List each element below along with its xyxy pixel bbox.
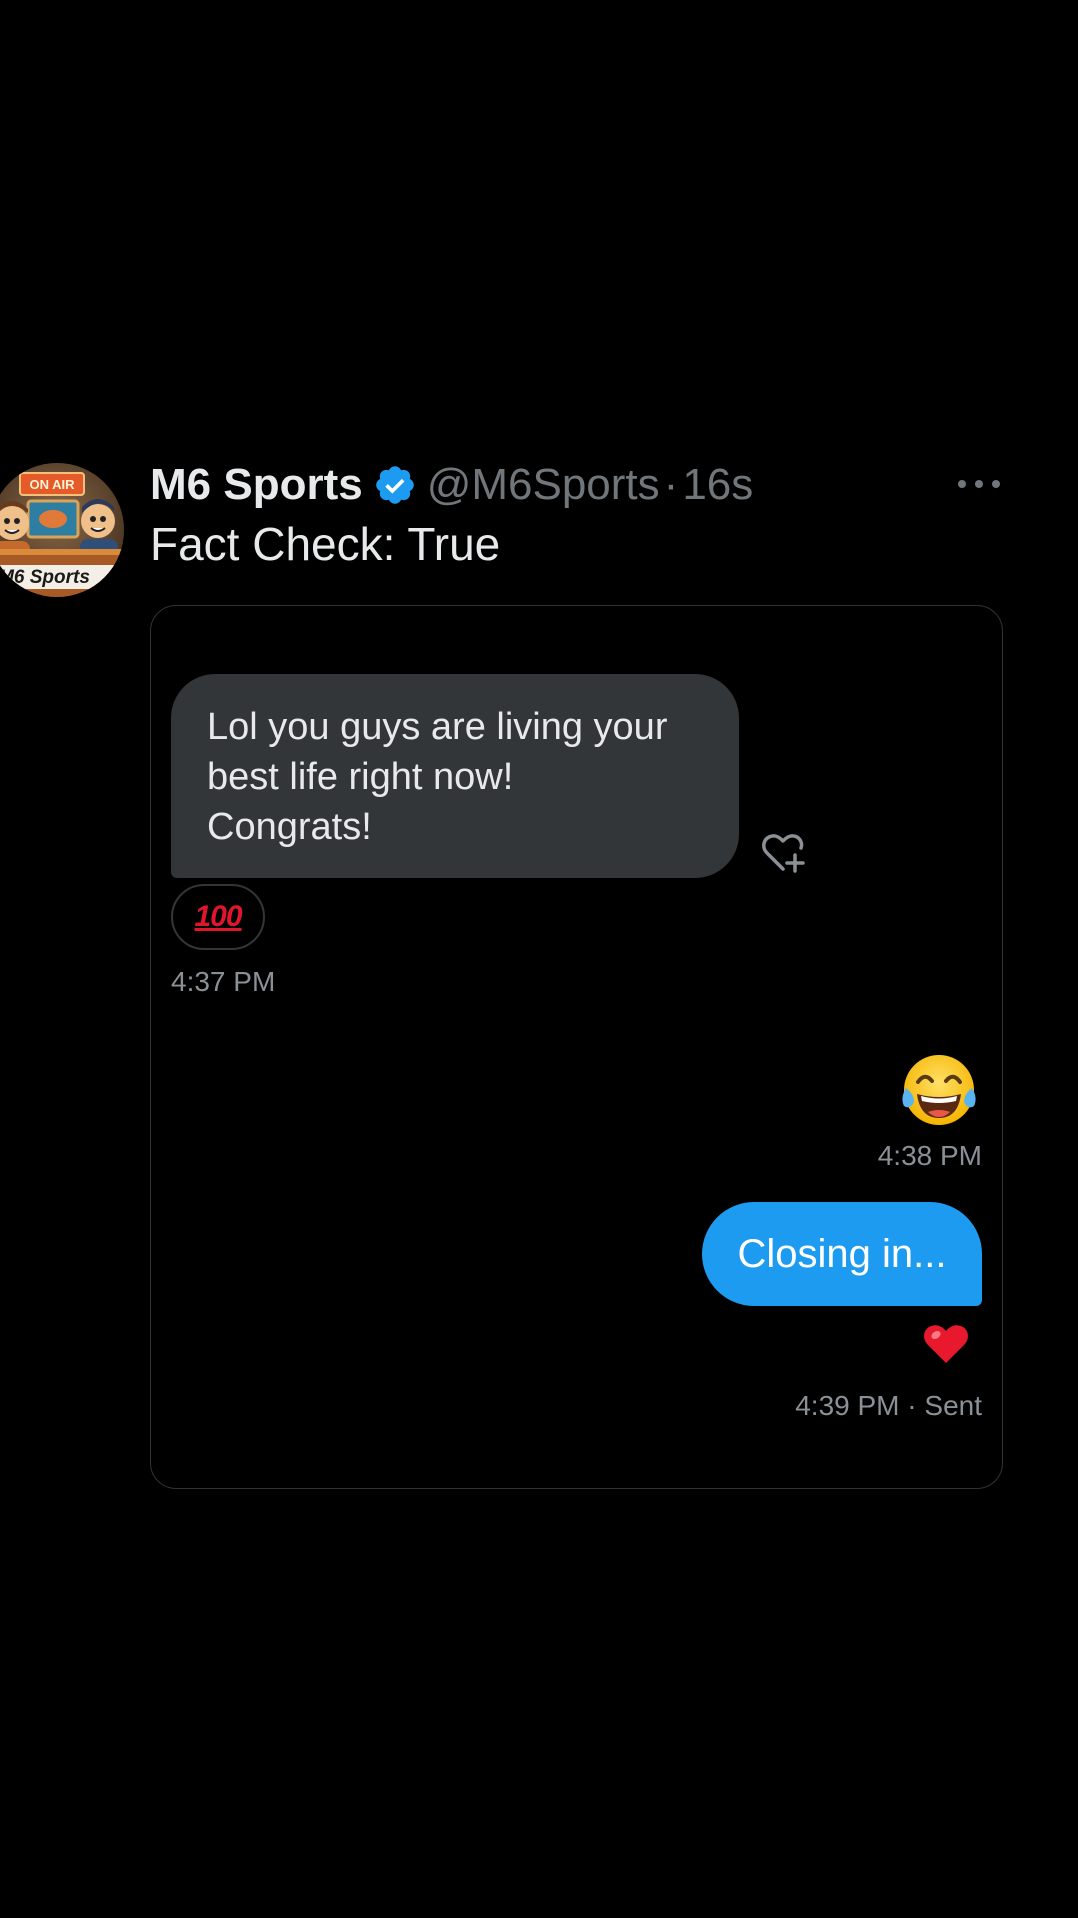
outgoing-message-text: Closing in...	[737, 1231, 947, 1276]
message-line: Lol you guys are living your	[207, 706, 668, 748]
heart-plus-icon	[762, 834, 805, 873]
svg-text:ON AIR: ON AIR	[29, 477, 75, 492]
avatar-image: ON AIR M6 Sports	[0, 463, 124, 597]
message-line: Congrats!	[207, 806, 372, 848]
handle[interactable]: @M6Sports	[427, 460, 660, 510]
hundred-points-text: 100	[194, 900, 242, 933]
sent-status: · Sent	[907, 1390, 982, 1421]
display-name[interactable]: M6 Sports	[150, 460, 363, 510]
svg-text:M6 Sports: M6 Sports	[0, 567, 90, 588]
avatar[interactable]: ON AIR M6 Sports	[0, 463, 124, 597]
outgoing-timestamp-status: 4:39 PM · Sent	[795, 1390, 982, 1422]
message-line: best life right now!	[207, 756, 514, 798]
tweet-text: Fact Check: True	[150, 518, 501, 570]
red-heart-emoji[interactable]	[923, 1322, 969, 1366]
incoming-timestamp: 4:37 PM	[171, 966, 276, 997]
face-with-tears-of-joy-emoji	[902, 1055, 976, 1125]
verified-badge-icon	[375, 466, 414, 504]
outgoing-timestamp: 4:39 PM	[795, 1390, 900, 1421]
separator-dot: ·	[663, 460, 679, 509]
tweet-time[interactable]: 16s	[682, 460, 753, 510]
tweet-header: M6 Sports @M6Sports · 16s	[150, 455, 753, 515]
outgoing-message-bubble: Closing in...	[702, 1202, 982, 1306]
incoming-message-bubble: Lol you guys are living your best life r…	[171, 674, 739, 878]
dm-screenshot-card[interactable]: Lol you guys are living your best life r…	[150, 605, 1003, 1489]
emoji-timestamp: 4:38 PM	[877, 1140, 982, 1171]
more-options-icon[interactable]	[958, 477, 1002, 491]
hundred-points-emoji[interactable]: 100	[171, 884, 265, 950]
